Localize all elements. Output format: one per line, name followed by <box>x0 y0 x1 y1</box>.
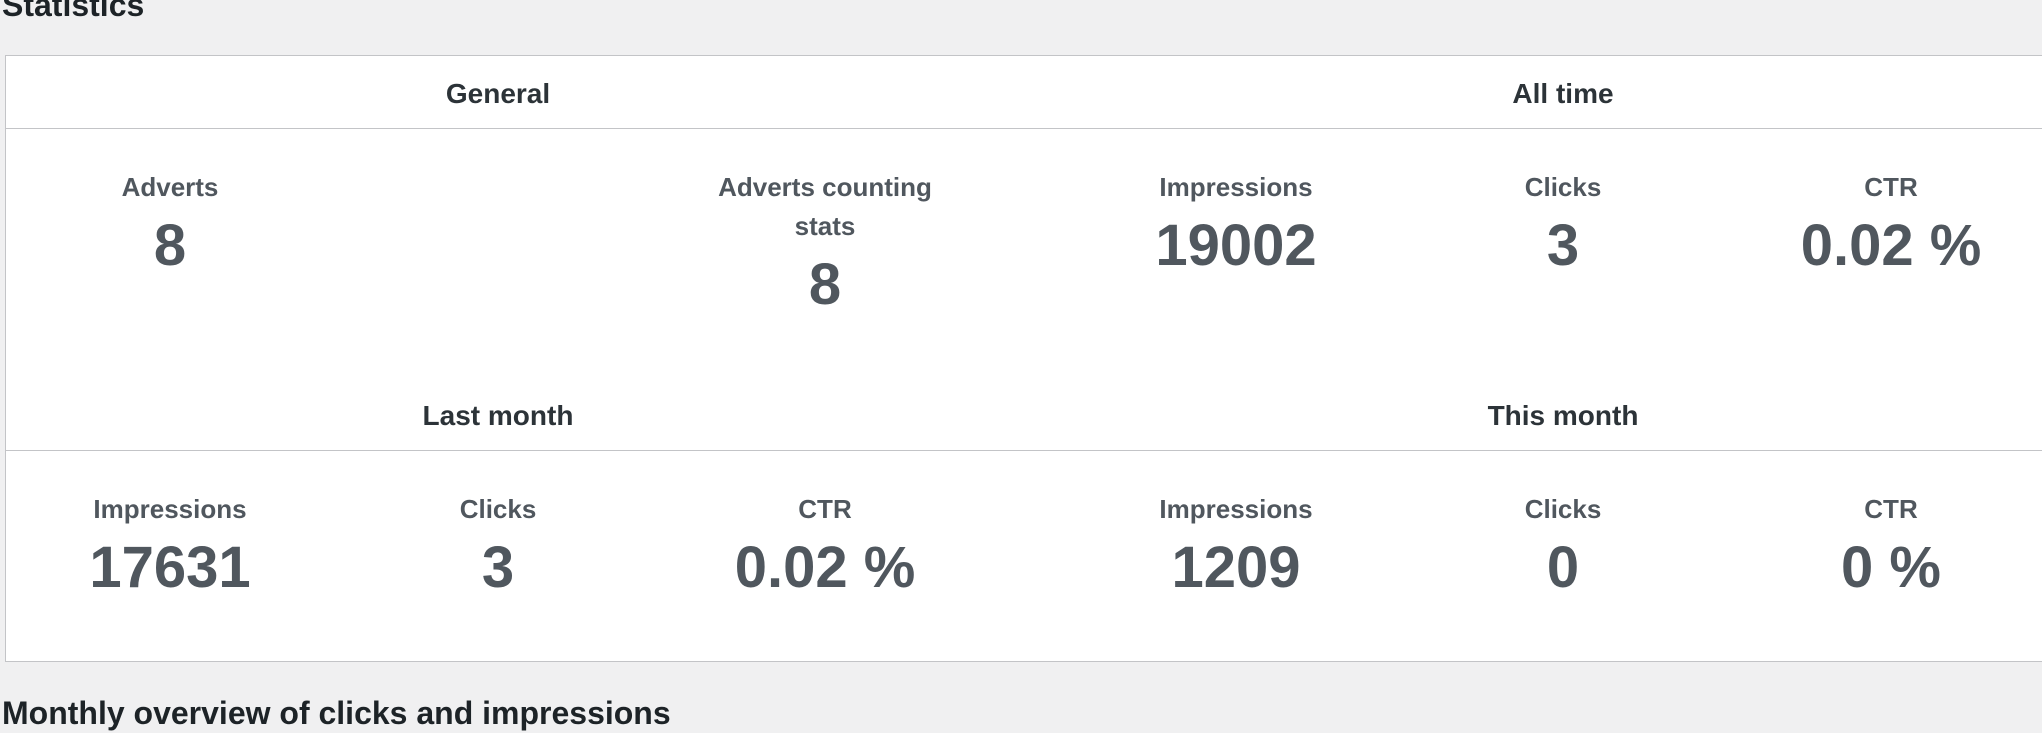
section-title-general: General <box>445 78 551 109</box>
stat-value: 0.02 % <box>734 535 916 600</box>
stat-value: 8 <box>808 252 842 317</box>
stat-label: CTR <box>1864 494 1918 524</box>
stat-value: 0.02 % <box>1800 213 1982 278</box>
stat-this-month-impressions: Impressions 1209 <box>1086 490 1386 601</box>
stat-last-month-impressions: Impressions 17631 <box>20 490 320 601</box>
section-divider <box>6 128 2042 129</box>
stat-label: Clicks <box>1524 172 1602 202</box>
stat-label: Impressions <box>93 494 247 524</box>
stat-all-time-ctr: CTR 0.02 % <box>1741 168 2041 279</box>
stat-label: Impressions <box>1159 494 1313 524</box>
section-title-all-time: All time <box>1512 78 1614 109</box>
stat-label: Clicks <box>459 494 537 524</box>
stat-this-month-clicks: Clicks 0 <box>1413 490 1713 601</box>
stat-value: 0 % <box>1841 535 1941 600</box>
stat-value: 19002 <box>1155 213 1317 278</box>
stat-all-time-impressions: Impressions 19002 <box>1086 168 1386 279</box>
stat-value: 1209 <box>1171 535 1301 600</box>
page-title: Statistics <box>2 0 145 23</box>
stat-value: 3 <box>1546 213 1580 278</box>
stat-label: Clicks <box>1524 494 1602 524</box>
stat-label: CTR <box>1864 172 1918 202</box>
stat-last-month-ctr: CTR 0.02 % <box>675 490 975 601</box>
stat-adverts-counting: Adverts counting stats 8 <box>675 168 975 318</box>
stat-last-month-clicks: Clicks 3 <box>348 490 648 601</box>
stat-this-month-ctr: CTR 0 % <box>1741 490 2041 601</box>
stat-label: Adverts <box>121 172 219 202</box>
stat-all-time-clicks: Clicks 3 <box>1413 168 1713 279</box>
stat-label: Impressions <box>1159 172 1313 202</box>
section-title-last-month: Last month <box>422 400 574 431</box>
stat-value: 17631 <box>89 535 251 600</box>
stat-value: 0 <box>1546 535 1580 600</box>
stat-adverts: Adverts 8 <box>20 168 320 279</box>
section-divider <box>6 450 2042 451</box>
stat-label: CTR <box>798 494 852 524</box>
stat-value: 8 <box>153 213 187 278</box>
stat-value: 3 <box>481 535 515 600</box>
section-heading-monthly-overview: Monthly overview of clicks and impressio… <box>2 695 671 731</box>
statistics-panel: General All time Adverts 8 Adverts count… <box>5 55 2042 662</box>
section-title-this-month: This month <box>1487 400 1639 431</box>
stat-label: Adverts counting stats <box>718 172 932 241</box>
